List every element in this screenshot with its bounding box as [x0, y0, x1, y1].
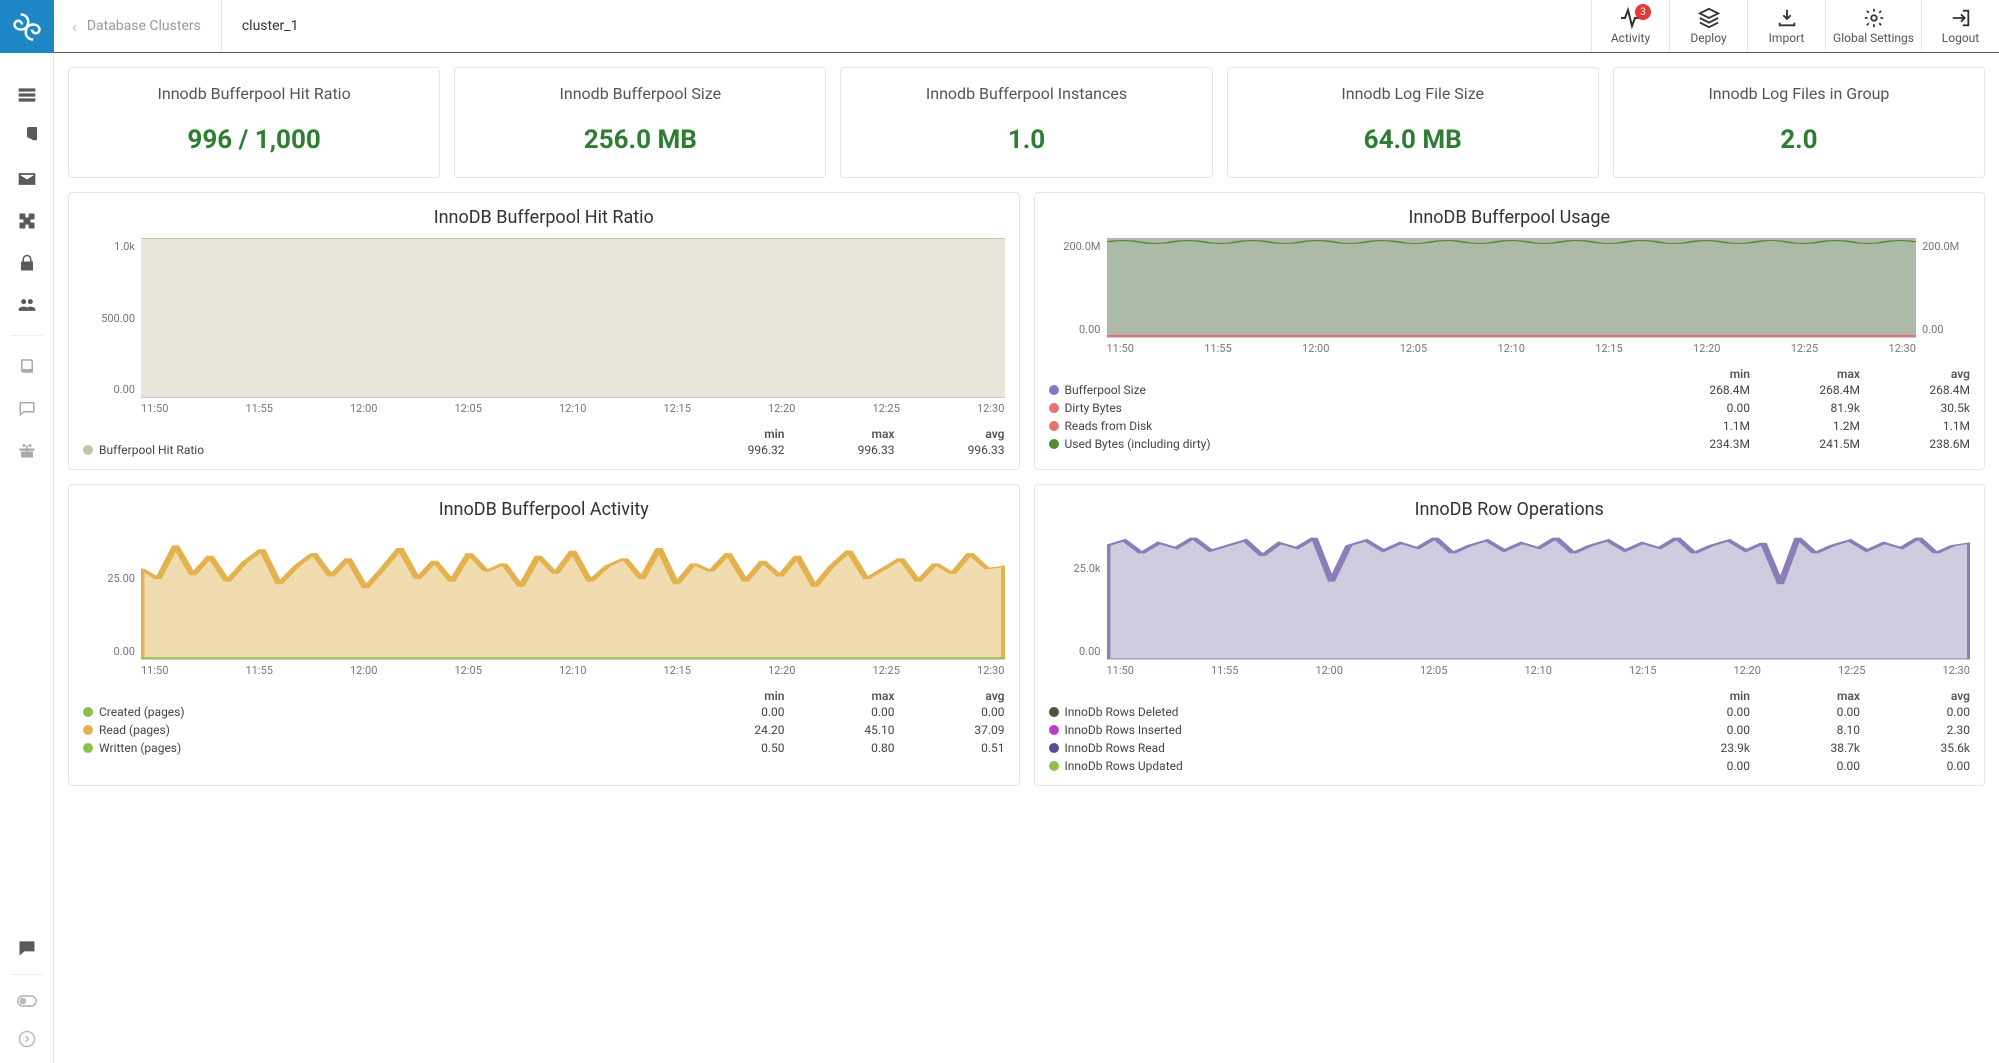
- breadcrumb: ‹ Database Clusters cluster_1: [54, 0, 316, 52]
- legend-table: minmaxavgCreated (pages)0.000.000.00Read…: [83, 689, 1005, 757]
- x-axis: 11:5011:5512:0012:0512:1012:1512:2012:25…: [141, 660, 1005, 677]
- metric-card: Innodb Log File Size 64.0 MB: [1227, 67, 1599, 178]
- metric-card: Innodb Bufferpool Size 256.0 MB: [454, 67, 826, 178]
- global-settings-button[interactable]: Global Settings: [1825, 0, 1921, 52]
- x-axis: 11:5011:5512:0012:0512:1012:1512:2012:25…: [141, 398, 1005, 415]
- x-axis: 11:5011:5512:0012:0512:1012:1512:2012:25…: [1107, 660, 1971, 677]
- users-icon[interactable]: [15, 293, 39, 317]
- legend-row[interactable]: Used Bytes (including dirty)234.3M241.5M…: [1049, 435, 1971, 453]
- legend-row[interactable]: Bufferpool Size268.4M268.4M268.4M: [1049, 381, 1971, 399]
- metric-value: 256.0 MB: [465, 125, 815, 155]
- metric-card: Innodb Bufferpool Instances 1.0: [840, 67, 1212, 178]
- metric-row: Innodb Bufferpool Hit Ratio996 / 1,000In…: [68, 67, 1985, 178]
- metric-card: Innodb Log Files in Group 2.0: [1613, 67, 1985, 178]
- metric-title: Innodb Log File Size: [1238, 84, 1588, 103]
- chevron-left-icon[interactable]: ‹: [72, 17, 77, 36]
- app-logo[interactable]: [0, 0, 54, 53]
- legend-row[interactable]: InnoDb Rows Inserted0.008.102.30: [1049, 721, 1971, 739]
- global-label: Global Settings: [1833, 31, 1914, 45]
- metric-value: 2.0: [1624, 125, 1974, 155]
- logout-label: Logout: [1942, 31, 1979, 45]
- lock-icon[interactable]: [15, 251, 39, 275]
- left-sidebar: [0, 0, 54, 1063]
- y-axis: 1.0k500.000.00: [83, 238, 141, 398]
- y-axis: 200.0M0.00: [1049, 238, 1107, 338]
- legend-table: minmaxavgBufferpool Hit Ratio996.32996.3…: [83, 427, 1005, 459]
- clusters-icon[interactable]: [15, 83, 39, 107]
- metric-card: Innodb Bufferpool Hit Ratio 996 / 1,000: [68, 67, 440, 178]
- activity-label: Activity: [1611, 31, 1650, 45]
- chat-icon[interactable]: [15, 396, 39, 420]
- x-axis: 11:5011:5512:0012:0512:1012:1512:2012:25…: [1107, 338, 1917, 355]
- legend-row[interactable]: Read (pages)24.2045.1037.09: [83, 721, 1005, 739]
- import-label: Import: [1769, 31, 1805, 45]
- legend-table: minmaxavgInnoDb Rows Deleted0.000.000.00…: [1049, 689, 1971, 775]
- legend-row[interactable]: Dirty Bytes0.0081.9k30.5k: [1049, 399, 1971, 417]
- gear-icon: [1863, 7, 1885, 29]
- legend-row[interactable]: InnoDb Rows Updated0.000.000.00: [1049, 757, 1971, 775]
- legend-row[interactable]: InnoDb Rows Deleted0.000.000.00: [1049, 703, 1971, 721]
- chart-title: InnoDB Bufferpool Activity: [83, 499, 1005, 520]
- chart-bufferpool-activity: InnoDB Bufferpool Activity 25.000.00 11:…: [68, 484, 1020, 786]
- toggle-icon[interactable]: [15, 989, 39, 1013]
- deploy-label: Deploy: [1690, 31, 1726, 45]
- chart-bufferpool-usage: InnoDB Bufferpool Usage 200.0M0.00 200.0…: [1034, 192, 1986, 470]
- chart-row-operations: InnoDB Row Operations 25.0k0.00 11:5011:…: [1034, 484, 1986, 786]
- chart-title: InnoDB Bufferpool Hit Ratio: [83, 207, 1005, 228]
- legend-row[interactable]: Bufferpool Hit Ratio996.32996.33996.33: [83, 441, 1005, 459]
- rail-divider: [11, 335, 43, 336]
- puzzle-icon[interactable]: [15, 209, 39, 233]
- topbar: ‹ Database Clusters cluster_1 3 Activity…: [54, 0, 1999, 53]
- y-axis: 25.000.00: [83, 530, 141, 660]
- breadcrumb-current: cluster_1: [221, 0, 299, 52]
- rail-divider-2: [11, 974, 43, 975]
- book-icon[interactable]: [15, 354, 39, 378]
- dashboard-content: Innodb Bufferpool Hit Ratio996 / 1,000In…: [54, 53, 1999, 1063]
- import-icon: [1776, 7, 1798, 29]
- feedback-icon[interactable]: [15, 936, 39, 960]
- plot-area[interactable]: [141, 238, 1005, 398]
- gift-icon[interactable]: [15, 438, 39, 462]
- legend-row[interactable]: Written (pages)0.500.800.51: [83, 739, 1005, 757]
- metric-title: Innodb Log Files in Group: [1624, 84, 1974, 103]
- plot-area[interactable]: [141, 530, 1005, 660]
- layers-icon: [1698, 7, 1720, 29]
- logout-button[interactable]: Logout: [1921, 0, 1999, 52]
- legend-row[interactable]: Reads from Disk1.1M1.2M1.1M: [1049, 417, 1971, 435]
- deploy-button[interactable]: Deploy: [1669, 0, 1747, 52]
- legend-row[interactable]: Created (pages)0.000.000.00: [83, 703, 1005, 721]
- mail-icon[interactable]: [15, 167, 39, 191]
- metric-value: 996 / 1,000: [79, 125, 429, 155]
- collapse-icon[interactable]: [15, 1027, 39, 1051]
- plot-area[interactable]: [1107, 530, 1971, 660]
- breadcrumb-parent[interactable]: Database Clusters: [87, 18, 201, 34]
- metric-title: Innodb Bufferpool Instances: [851, 84, 1201, 103]
- metric-value: 64.0 MB: [1238, 125, 1588, 155]
- metric-value: 1.0: [851, 125, 1201, 155]
- activity-badge: 3: [1635, 4, 1651, 20]
- pie-chart-icon[interactable]: [15, 125, 39, 149]
- plot-area[interactable]: [1107, 238, 1917, 338]
- logout-icon: [1950, 7, 1972, 29]
- import-button[interactable]: Import: [1747, 0, 1825, 52]
- legend-table: minmaxavgBufferpool Size268.4M268.4M268.…: [1049, 367, 1971, 453]
- y-axis-right: 200.0M0.00: [1916, 238, 1970, 338]
- metric-title: Innodb Bufferpool Size: [465, 84, 815, 103]
- chart-title: InnoDB Row Operations: [1049, 499, 1971, 520]
- legend-row[interactable]: InnoDb Rows Read23.9k38.7k35.6k: [1049, 739, 1971, 757]
- chart-bufferpool-hit-ratio: InnoDB Bufferpool Hit Ratio 1.0k500.000.…: [68, 192, 1020, 470]
- chart-title: InnoDB Bufferpool Usage: [1049, 207, 1971, 228]
- activity-button[interactable]: 3 Activity: [1591, 0, 1669, 52]
- metric-title: Innodb Bufferpool Hit Ratio: [79, 84, 429, 103]
- y-axis: 25.0k0.00: [1049, 530, 1107, 660]
